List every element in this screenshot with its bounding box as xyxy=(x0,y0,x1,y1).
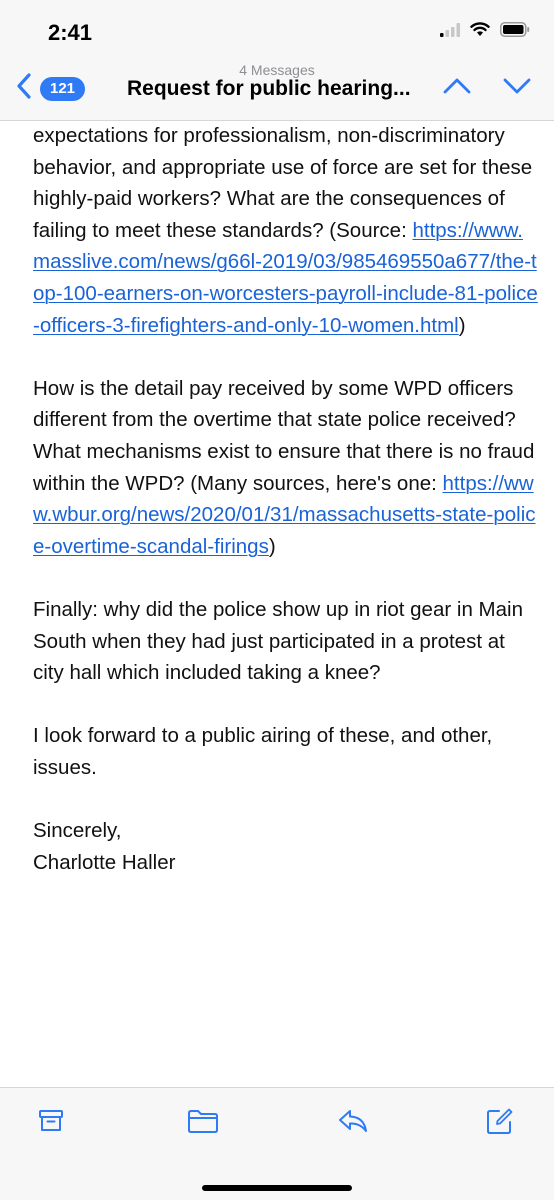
status-time: 2:41 xyxy=(48,20,93,45)
move-to-folder-button[interactable] xyxy=(187,1108,219,1139)
archive-button[interactable] xyxy=(38,1108,64,1139)
chevron-down-icon xyxy=(503,78,531,94)
paragraph-end: ) xyxy=(458,313,466,337)
wifi-icon xyxy=(470,22,490,42)
bottom-toolbar xyxy=(0,1087,554,1200)
reply-button[interactable] xyxy=(337,1108,369,1139)
mail-body: expectations for professionalism, non-di… xyxy=(33,120,538,878)
body-paragraph-4: I look forward to a public airing of the… xyxy=(33,724,493,779)
chevron-up-icon xyxy=(443,78,471,94)
compose-button[interactable] xyxy=(485,1108,513,1141)
chevron-left-icon xyxy=(16,72,32,105)
body-paragraph-2: How is the detail pay received by some W… xyxy=(33,373,538,563)
battery-icon xyxy=(500,22,530,42)
body-paragraph-3: Finally: why did the police show up in r… xyxy=(33,597,523,685)
back-button[interactable]: 121 xyxy=(16,72,86,105)
body-paragraph-1: expectations for professionalism, non-di… xyxy=(33,120,538,341)
status-icons xyxy=(440,22,530,42)
previous-message-button[interactable] xyxy=(442,76,472,101)
paragraph-end: ) xyxy=(268,534,276,558)
nav-bar: 4 Messages 121 Request for public hearin… xyxy=(0,60,554,121)
unread-count-badge: 121 xyxy=(40,76,86,101)
thread-title: Request for public hearing... xyxy=(127,77,411,100)
cellular-signal-icon xyxy=(440,22,460,42)
closing-line: Sincerely, xyxy=(33,819,122,843)
status-bar: 2:41 xyxy=(0,0,554,60)
next-message-button[interactable] xyxy=(502,76,532,101)
signature: Charlotte Haller xyxy=(33,850,176,874)
folder-icon xyxy=(188,1110,218,1133)
thread-nav-arrows xyxy=(442,76,532,101)
home-indicator[interactable] xyxy=(202,1185,352,1191)
compose-icon xyxy=(487,1108,513,1134)
reply-icon xyxy=(339,1110,367,1132)
mail-screen: 2:41 4 Messages 121 Request for public h… xyxy=(0,0,554,1200)
archive-icon xyxy=(39,1110,63,1131)
